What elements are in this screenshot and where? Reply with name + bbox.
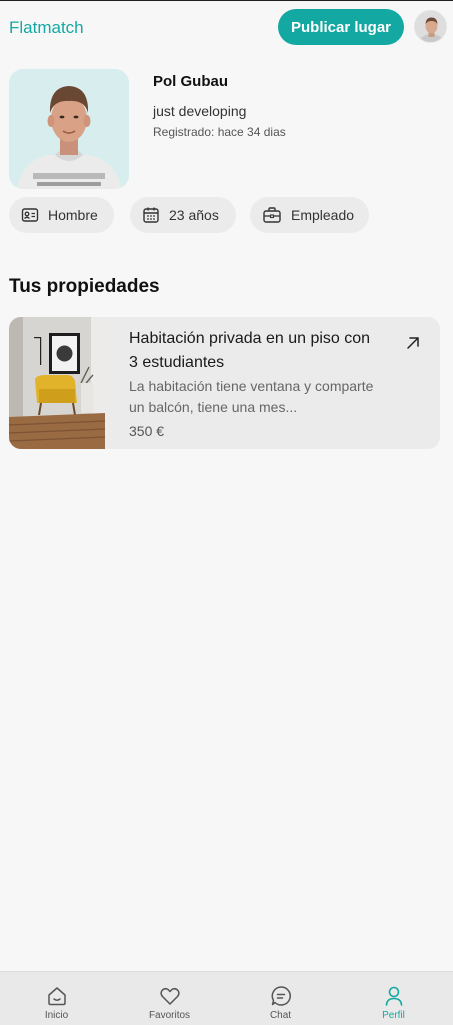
brand-logo[interactable]: Flatmatch xyxy=(9,18,84,38)
profile-page: Flatmatch Publicar lugar Pol Gubau just … xyxy=(0,0,453,1025)
calendar-icon xyxy=(143,207,159,223)
property-card[interactable]: Habitación privada en un piso con 3 estu… xyxy=(9,317,440,449)
avatar-photo-icon xyxy=(415,11,446,42)
property-title[interactable]: Habitación privada en un piso con 3 estu… xyxy=(129,327,379,375)
job-chip: Empleado xyxy=(250,197,369,233)
profile-bio: just developing xyxy=(153,103,247,119)
registered-date: Registrado: hace 34 dias xyxy=(153,125,286,139)
chat-icon xyxy=(271,986,291,1006)
nav-item-favoritos[interactable]: Favoritos xyxy=(113,972,226,1025)
nav-label-perfil: Perfil xyxy=(382,1010,405,1021)
gender-label: Hombre xyxy=(48,207,98,223)
publish-place-button[interactable]: Publicar lugar xyxy=(278,9,404,45)
id-card-icon xyxy=(21,208,39,222)
app-header: Flatmatch Publicar lugar xyxy=(0,1,453,53)
user-icon xyxy=(385,986,402,1006)
age-label: 23 años xyxy=(169,207,219,223)
property-image xyxy=(9,317,105,449)
profile-name: Pol Gubau xyxy=(153,73,228,90)
property-price: 350 € xyxy=(129,423,165,439)
room-photo-icon xyxy=(9,317,105,449)
bottom-navigation: Inicio Favoritos Chat Perfil xyxy=(0,971,453,1025)
nav-item-chat[interactable]: Chat xyxy=(224,972,337,1025)
open-external-icon[interactable] xyxy=(405,335,421,351)
nav-item-perfil[interactable]: Perfil xyxy=(337,972,450,1025)
age-chip: 23 años xyxy=(130,197,236,233)
nav-label-chat: Chat xyxy=(269,1010,292,1021)
profile-portrait-icon xyxy=(9,69,129,189)
nav-label-favoritos: Favoritos xyxy=(148,1010,191,1021)
heart-icon xyxy=(159,987,180,1005)
briefcase-icon xyxy=(263,207,281,223)
profile-photo xyxy=(9,69,129,189)
nav-item-inicio[interactable]: Inicio xyxy=(0,972,113,1025)
property-description: La habitación tiene ventana y comparte u… xyxy=(129,378,374,415)
nav-label-inicio: Inicio xyxy=(44,1010,69,1021)
properties-section-title: Tus propiedades xyxy=(9,276,160,297)
job-label: Empleado xyxy=(291,207,355,223)
home-icon xyxy=(47,987,66,1006)
gender-chip: Hombre xyxy=(9,197,114,233)
header-avatar[interactable] xyxy=(414,10,447,43)
